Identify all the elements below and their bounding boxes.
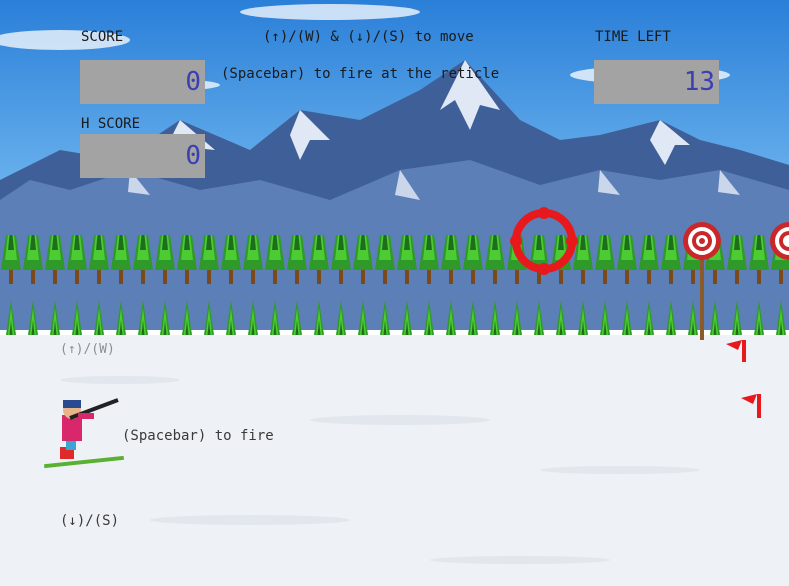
score-label: SCORE [81, 29, 124, 45]
high-score-value: 0 [80, 134, 205, 178]
fire-instructions: (Spacebar) to fire at the reticle [221, 66, 500, 82]
high-score-label: H SCORE [81, 116, 141, 132]
hint-move-up: (↑)/(W) [60, 342, 115, 357]
time-left-value: 13 [594, 60, 719, 104]
time-left-label: TIME LEFT [595, 29, 671, 45]
snow-field [0, 335, 789, 586]
move-instructions: (↑)/(W) & (↓)/(S) to move [263, 29, 474, 45]
score-value: 0 [80, 60, 205, 104]
forest [0, 235, 789, 345]
hint-move-down: (↓)/(S) [60, 513, 120, 529]
hint-fire: (Spacebar) to fire [122, 428, 274, 444]
